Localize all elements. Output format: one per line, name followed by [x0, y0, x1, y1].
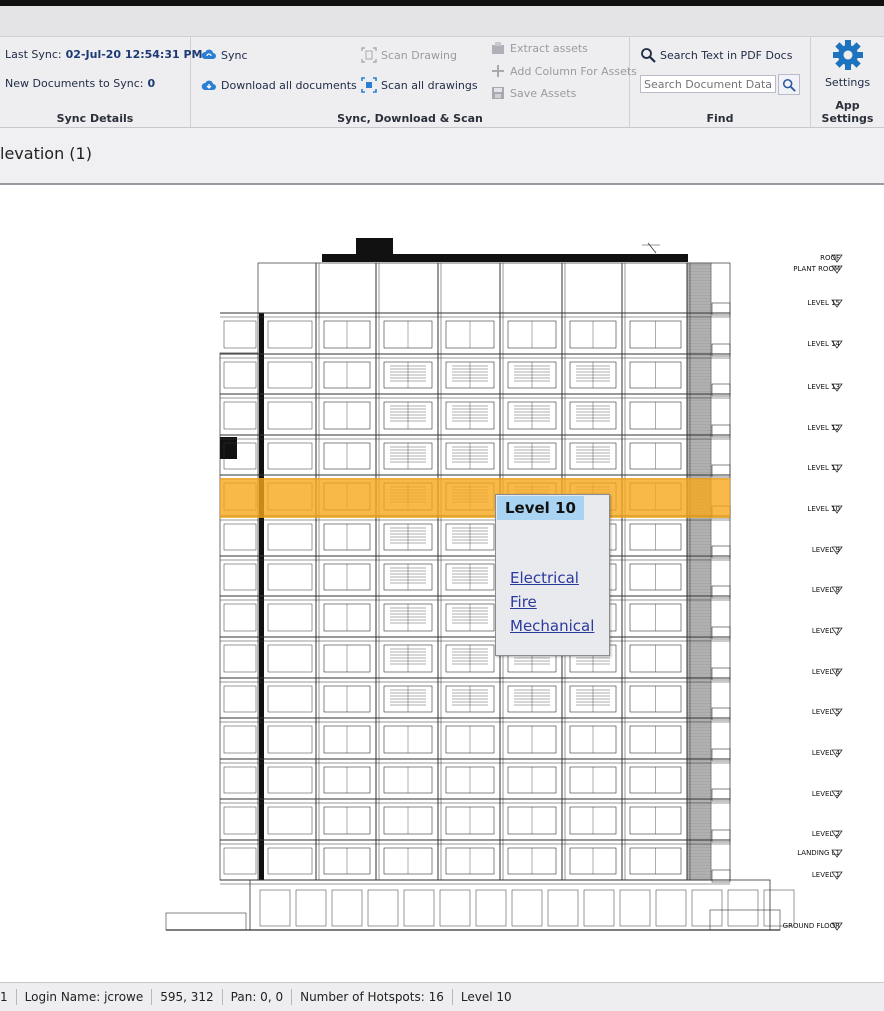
level-label: LEVEL 4 — [811, 749, 840, 757]
last-sync-label: Last Sync: — [5, 48, 62, 61]
save-assets-label: Save Assets — [510, 86, 577, 100]
last-sync-value: 02-Jul-20 12:54:31 PM — [65, 48, 203, 61]
status-pan: Pan: 0, 0 — [223, 989, 293, 1005]
popup-title: Level 10 — [497, 496, 584, 520]
sync-label: Sync — [221, 48, 248, 62]
scan-all-label: Scan all drawings — [381, 78, 478, 92]
level-label: LEVEL 11 — [807, 464, 840, 472]
level-label: LEVEL 7 — [811, 627, 840, 635]
sync-download-scan-group: Sync Download all documents Scan Drawing… — [191, 37, 637, 127]
sync-cloud-icon — [201, 49, 216, 59]
status-login: Login Name: jcrowe — [17, 989, 153, 1005]
search-document-input[interactable] — [640, 75, 776, 93]
level-label: LEVEL 15 — [807, 299, 840, 307]
scan-drawing-icon — [361, 47, 377, 63]
document-tab-bar: levation (1) — [0, 128, 884, 185]
elevation-drawing — [165, 238, 843, 931]
last-sync-row: Last Sync: 02-Jul-20 12:54:31 PM — [5, 48, 202, 61]
level-label: PLANT ROOM — [793, 265, 840, 273]
status-bar: 1 Login Name: jcrowe 595, 312 Pan: 0, 0 … — [0, 982, 884, 1011]
status-hotspots: Number of Hotspots: 16 — [292, 989, 453, 1005]
download-all-button[interactable]: Download all documents — [201, 77, 357, 93]
level-label: GROUND FLOOR — [782, 922, 840, 930]
scan-all-icon — [361, 77, 377, 93]
level-label: LEVEL 3 — [811, 790, 840, 798]
level-label: LEVEL 5 — [811, 708, 840, 716]
find-group: Search Text in PDF Docs Find — [630, 37, 811, 127]
scan-drawing-button[interactable]: Scan Drawing — [361, 47, 457, 63]
scan-all-drawings-button[interactable]: Scan all drawings — [361, 77, 478, 93]
level-label: LEVEL 6 — [811, 668, 840, 676]
popup-link-electrical[interactable]: Electrical — [510, 569, 579, 587]
level-label: LEVEL 10 — [807, 505, 840, 513]
add-column-button[interactable]: Add Column For Assets — [490, 63, 637, 79]
popup-link-fire[interactable]: Fire — [510, 593, 537, 611]
extract-assets-icon — [492, 42, 504, 54]
title-strip — [0, 6, 884, 37]
sync-download-scan-group-label: Sync, Download & Scan — [337, 112, 483, 125]
new-docs-label: New Documents to Sync: — [5, 77, 144, 90]
hotspot-popup: Level 10 Electrical Fire Mechanical — [495, 494, 610, 656]
drawing-canvas[interactable]: ROOF PLANT ROOM LEVEL 15 LEVEL 14 LEVEL 13 LE… — [0, 185, 884, 982]
add-column-label: Add Column For Assets — [510, 64, 637, 78]
add-plus-icon — [492, 65, 504, 77]
extract-assets-label: Extract assets — [510, 41, 588, 55]
status-first: 1 — [0, 989, 17, 1005]
find-group-label: Find — [706, 112, 734, 125]
status-level: Level 10 — [460, 990, 512, 1004]
sync-details-group: Last Sync: 02-Jul-20 12:54:31 PM New Doc… — [0, 37, 202, 127]
level-label: LEVEL 1 — [811, 871, 840, 879]
save-assets-button[interactable]: Save Assets — [490, 85, 576, 101]
app-settings-group-label: App Settings — [821, 99, 874, 125]
level-label: LEVEL 12 — [807, 424, 840, 432]
cloud-download-icon — [201, 80, 216, 90]
document-title[interactable]: levation (1) — [0, 144, 92, 163]
level-label: LEVEL 8 — [811, 586, 840, 594]
download-all-label: Download all documents — [221, 78, 357, 92]
settings-button[interactable]: Settings — [811, 39, 884, 89]
scan-drawing-label: Scan Drawing — [381, 48, 457, 62]
sync-details-group-label: Sync Details — [56, 112, 134, 125]
gear-icon — [832, 40, 863, 70]
level-label: LANDING L1 — [797, 849, 840, 857]
search-text-pdf-button[interactable]: Search Text in PDF Docs — [640, 47, 792, 63]
search-text-pdf-label: Search Text in PDF Docs — [660, 48, 793, 62]
settings-label: Settings — [824, 76, 871, 89]
level-10-highlight[interactable] — [220, 478, 730, 518]
level-label: ROOF — [820, 254, 840, 262]
search-go-button[interactable] — [778, 74, 800, 95]
popup-link-mechanical[interactable]: Mechanical — [510, 617, 594, 635]
search-icon — [782, 78, 796, 92]
ribbon: Last Sync: 02-Jul-20 12:54:31 PM New Doc… — [0, 37, 884, 128]
new-docs-row: New Documents to Sync: 0 — [5, 77, 155, 90]
magnifier-icon — [641, 48, 656, 63]
sync-button[interactable]: Sync — [201, 47, 248, 63]
level-label: LEVEL 14 — [807, 340, 840, 348]
level-label: LEVEL 2 — [811, 830, 840, 838]
save-disk-icon — [492, 87, 504, 99]
status-coords: 595, 312 — [152, 989, 223, 1005]
level-label: LEVEL 13 — [807, 383, 840, 391]
extract-assets-button[interactable]: Extract assets — [490, 40, 588, 56]
level-label: LEVEL 9 — [811, 546, 840, 554]
new-docs-value: 0 — [147, 77, 156, 90]
app-settings-group: Settings App Settings — [811, 37, 884, 127]
